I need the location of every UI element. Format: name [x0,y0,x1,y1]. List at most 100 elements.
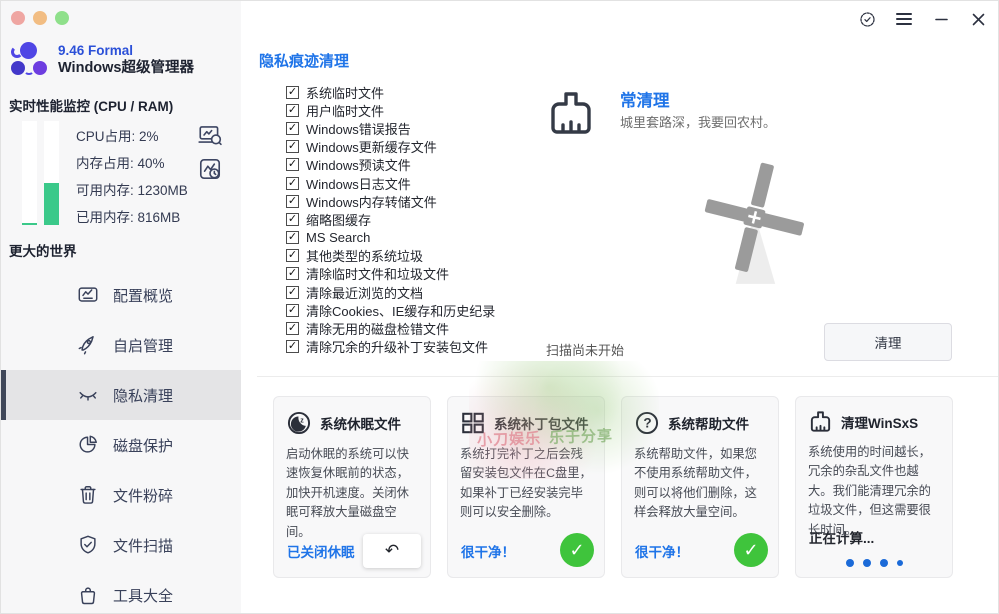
checkbox-label: 其他类型的系统垃圾 [306,246,423,265]
checkbox-logs[interactable]: ✓ Windows日志文件 [286,174,495,192]
sidebar-item-label: 配置概览 [113,285,173,306]
checkbox-memory-dump[interactable]: ✓ Windows内存转储文件 [286,192,495,210]
card-title: 系统补丁包文件 [494,413,589,433]
checkbox-label: Windows内存转储文件 [306,192,437,211]
checkbox-other-junk[interactable]: ✓ 其他类型的系统垃圾 [286,247,495,265]
ram-usage-bar [44,121,59,225]
svg-text:?: ? [643,416,651,431]
checkbox-label: 清除Cookies、IE缓存和历史纪录 [306,301,495,320]
checkbox-icon[interactable]: ✓ [286,140,299,153]
minimize-traffic-icon[interactable] [33,11,47,25]
card-winsxs: 清理WinSxS 系统使用的时间越长，冗余的杂乱文件也越大。我们能清理冗余的垃圾… [795,396,953,578]
checkbox-ms-search[interactable]: ✓ MS Search [286,229,495,247]
checkbox-icon[interactable]: ✓ [286,340,299,353]
checkbox-patch-installers[interactable]: ✓ 清除冗余的升级补丁安装包文件 [286,338,495,356]
shield-check-icon [77,534,99,556]
checkbox-icon[interactable]: ✓ [286,195,299,208]
checkmark: ✓ [743,540,758,561]
checkbox-label: 缩略图缓存 [306,210,371,229]
minimize-icon[interactable] [931,9,951,29]
moon-sleep-icon: z [286,410,312,436]
world-section-label: 更大的世界 [9,240,77,260]
app-title: Windows超级管理器 [58,59,194,78]
sidebar-item-disk-protect[interactable]: 磁盘保护 [1,420,241,470]
checkbox-icon[interactable]: ✓ [286,304,299,317]
card-body: 系统使用的时间越长，冗余的杂乱文件也越大。我们能清理冗余的垃圾文件，但这需要很长… [808,443,940,540]
cpu-bar-fill [22,223,37,225]
monitor-search-icon[interactable] [197,122,223,148]
checkbox-recent-docs[interactable]: ✓ 清除最近浏览的文档 [286,283,495,301]
checkbox-system-temp[interactable]: ✓系统临时文件 [286,83,495,101]
checkbox-label: 清除最近浏览的文档 [306,283,423,302]
app-window: 9.46 Formal Windows超级管理器 实时性能监控 (CPU / R… [0,0,999,614]
checkmark: ✓ [569,540,584,561]
overview-icon [77,284,99,306]
checkbox-disk-check-files[interactable]: ✓清除无用的磁盘检错文件 [286,319,495,337]
checkbox-icon[interactable]: ✓ [286,122,299,135]
perf-side-icons [197,122,223,182]
card-patch-files: 系统补丁包文件 系统打完补丁之后会残留安装包文件在C盘里，如果补丁已经安装完毕则… [447,396,605,578]
card-help-files: ? 系统帮助文件 系统帮助文件，如果您不使用系统帮助文件，则可以将他们删除，这样… [621,396,779,578]
card-title: 系统休眠文件 [320,413,401,433]
card-body: 系统帮助文件，如果您不使用系统帮助文件，则可以将他们删除，这样会释放大量空间。 [634,445,766,523]
verified-badge-icon[interactable] [857,9,877,29]
undo-icon: ↶ [385,541,399,561]
sidebar-item-privacy-clean[interactable]: 隐私清理 [1,370,241,420]
checkbox-label: MS Search [306,230,370,245]
scan-status-text: 扫描尚未开始 [546,340,624,359]
checkbox-icon[interactable]: ✓ [286,286,299,299]
sidebar-item-label: 隐私清理 [113,385,173,406]
trash-icon [77,484,99,506]
checkbox-label: 清除临时文件和垃圾文件 [306,264,449,283]
checkbox-clear-temp-junk[interactable]: ✓ 清除临时文件和垃圾文件 [286,265,495,283]
titlebar-controls [857,9,988,29]
app-version: 9.46 Formal [58,42,194,60]
checkbox-thumbnail-cache[interactable]: ✓ 缩略图缓存 [286,210,495,228]
sidebar-menu: 配置概览 自启管理 隐私清理 [1,270,241,614]
maximize-traffic-icon[interactable] [55,11,69,25]
clean-section-title: 常清理 [620,87,670,111]
checkbox-icon[interactable]: ✓ [286,213,299,226]
sidebar-item-file-shred[interactable]: 文件粉碎 [1,470,241,520]
privacy-checklist: ✓系统临时文件 ✓用户临时文件 ✓Windows错误报告 ✓Windows更新缓… [286,83,495,356]
help-status-link[interactable]: 很干净！ [635,541,689,561]
checkbox-icon[interactable]: ✓ [286,322,299,335]
checkbox-icon[interactable]: ✓ [286,177,299,190]
checkbox-prefetch[interactable]: ✓Windows预读文件 [286,156,495,174]
close-icon[interactable] [968,9,988,29]
checkbox-icon[interactable]: ✓ [286,249,299,262]
question-circle-icon: ? [634,410,660,436]
checkbox-icon[interactable]: ✓ [286,231,299,244]
checkbox-icon[interactable]: ✓ [286,86,299,99]
sidebar-item-config-overview[interactable]: 配置概览 [1,270,241,320]
sidebar-item-label: 自启管理 [113,335,173,356]
chart-clock-icon[interactable] [197,156,223,182]
menu-icon[interactable] [894,9,914,29]
checkbox-label: 清除冗余的升级补丁安装包文件 [306,337,488,356]
rocket-icon [77,334,99,356]
sidebar-item-autostart[interactable]: 自启管理 [1,320,241,370]
checkbox-icon[interactable]: ✓ [286,104,299,117]
calculating-label: 正在计算... [809,527,874,547]
sidebar: 9.46 Formal Windows超级管理器 实时性能监控 (CPU / R… [1,1,241,614]
eye-closed-icon [77,384,99,406]
clean-button[interactable]: 清理 [824,323,952,361]
checkbox-label: Windows日志文件 [306,174,411,193]
checkbox-icon[interactable]: ✓ [286,267,299,280]
checkbox-user-temp[interactable]: ✓用户临时文件 [286,101,495,119]
check-circle-icon: ✓ [560,533,594,567]
patch-status-link[interactable]: 很干净！ [461,541,515,561]
hibernation-status-link[interactable]: 已关闭休眠 [287,541,355,561]
sidebar-item-label: 文件扫描 [113,535,173,556]
undo-button[interactable]: ↶ [363,534,421,568]
checkbox-cookies-history[interactable]: ✓ 清除Cookies、IE缓存和历史纪录 [286,301,495,319]
close-traffic-icon[interactable] [11,11,25,25]
sidebar-item-file-scan[interactable]: 文件扫描 [1,520,241,570]
page-title: 隐私痕迹清理 [259,50,349,71]
card-hibernation: z 系统休眠文件 启动休眠的系统可以快速恢复休眠前的状态，加快开机速度。关闭休眠… [273,396,431,578]
sidebar-item-toolbox[interactable]: 工具大全 [1,570,241,614]
free-ram-text: 可用内存: 1230MB [76,177,188,204]
checkbox-error-reports[interactable]: ✓Windows错误报告 [286,119,495,137]
checkbox-icon[interactable]: ✓ [286,158,299,171]
checkbox-update-cache[interactable]: ✓Windows更新缓存文件 [286,138,495,156]
